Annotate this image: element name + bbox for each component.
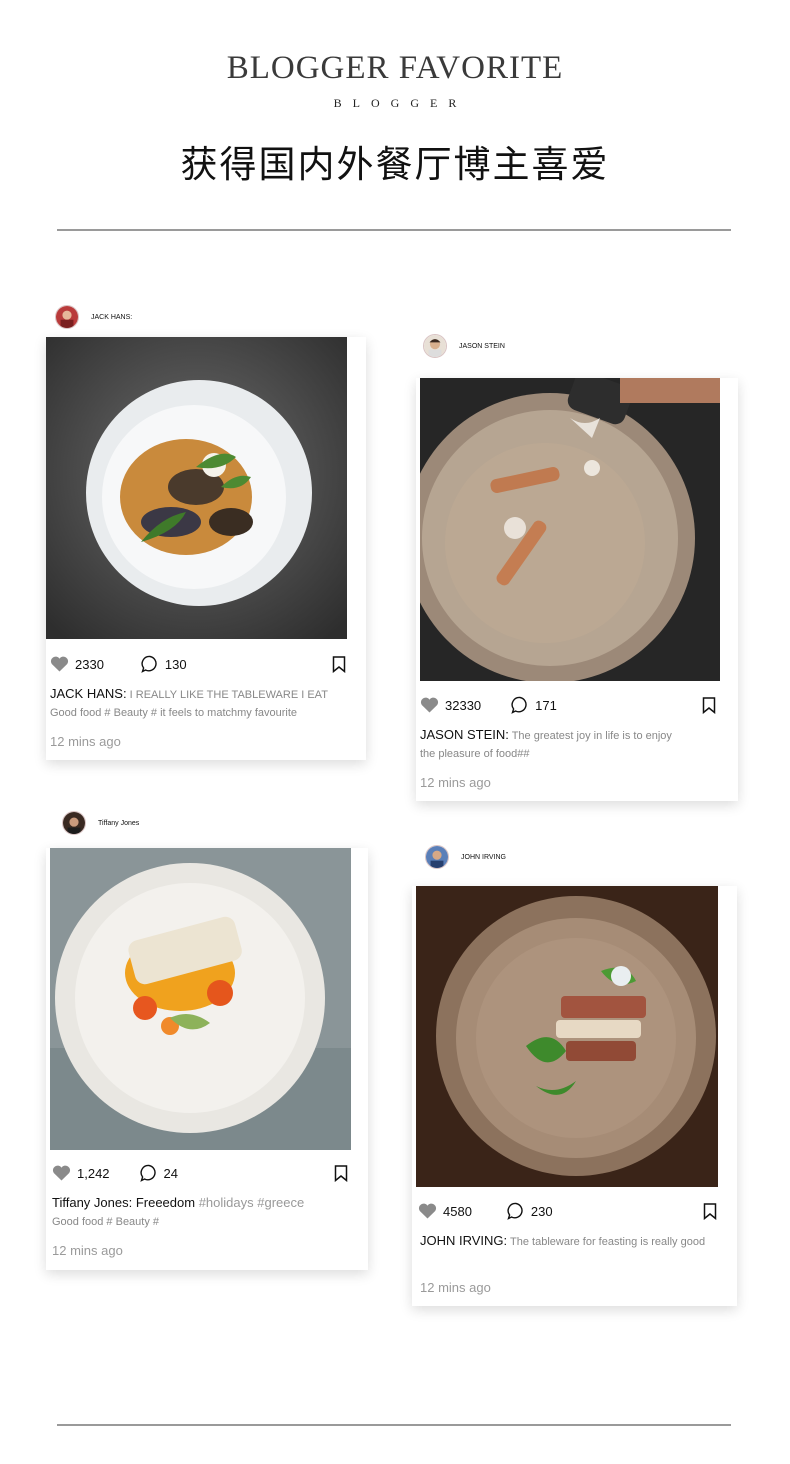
like-count: 4580 [443,1203,472,1219]
like-count: 2330 [75,656,104,672]
caption-line2: the pleasure of food## [420,748,530,760]
comment-icon [139,1164,156,1182]
food-photo[interactable] [50,848,351,1150]
author-name: JASON STEIN [459,342,505,350]
comment-button[interactable]: 24 [139,1164,179,1182]
heart-icon [52,1165,71,1181]
comment-count: 171 [535,697,557,713]
page-title: BLOGGER FAVORITE [226,50,564,86]
comment-icon [511,696,527,714]
like-button[interactable]: 4580 [418,1203,472,1219]
bookmark-button[interactable] [332,655,346,673]
avatar[interactable] [55,305,79,329]
bookmark-button[interactable] [702,696,716,714]
caption-author[interactable]: Tiffany Jones: [52,1195,132,1210]
post-caption: JASON STEIN: The greatest joy in life is… [420,726,720,763]
post-timestamp: 12 mins ago [420,775,491,790]
post-author[interactable]: Tiffany Jones [62,811,139,835]
bottom-divider [57,1424,731,1426]
heart-icon [50,656,69,672]
caption-line2: Good food # Beauty # it feels to matchmy… [50,707,298,719]
avatar[interactable] [425,845,449,869]
bookmark-icon [703,1202,717,1220]
like-button[interactable]: 32330 [420,697,481,713]
heart-icon [420,697,439,713]
post-timestamp: 12 mins ago [50,734,121,749]
chinese-title: 获得国内外餐厅博主喜爱 [180,143,610,186]
post-author[interactable]: JASON STEIN [423,334,505,358]
caption-text: I REALLY LIKE THE TABLEWARE I EAT [126,689,328,701]
caption-line2: Good food # Beauty # [52,1216,160,1228]
post-caption: Tiffany Jones: Freeedom #holidays #greec… [52,1194,352,1231]
bookmark-icon [334,1164,348,1182]
comment-icon [507,1202,523,1220]
food-photo[interactable] [46,337,347,639]
post-card: 1,242 24 Tiffany Jones: Freeedom #holida… [46,848,368,1270]
comment-count: 130 [164,656,187,672]
comment-icon [141,655,157,673]
like-button[interactable]: 2330 [50,656,104,672]
food-photo[interactable] [420,378,720,681]
like-button[interactable]: 1,242 [52,1165,110,1181]
bookmark-button[interactable] [703,1202,717,1220]
comment-button[interactable]: 171 [511,696,557,714]
caption-author[interactable]: JASON STEIN: [420,727,509,742]
top-divider [57,229,731,231]
post-card: 4580 230 JOHN IRVING: The tableware for … [412,886,737,1306]
author-name: Tiffany Jones [98,819,140,827]
post-caption: JACK HANS: I REALLY LIKE THE TABLEWARE I… [50,685,350,722]
food-photo[interactable] [416,886,718,1187]
caption-tags[interactable]: #holidays #greece [195,1195,305,1210]
caption-text: The greatest joy in life is to enjoy [508,730,672,742]
bookmark-icon [702,696,716,714]
comment-button[interactable]: 230 [507,1202,553,1220]
avatar[interactable] [423,334,447,358]
caption-author[interactable]: JACK HANS: [50,686,127,701]
comment-count: 230 [530,1203,553,1219]
caption-text: Freeedom [132,1195,196,1210]
like-count: 1,242 [77,1165,110,1181]
post-actions: 4580 230 [412,1202,737,1220]
post-card: 32330 171 JASON STEIN: The greatest joy … [416,378,738,801]
page-subtitle: BLOGGER [333,96,468,110]
post-card: 2330 130 JACK HANS: I REALLY LIKE THE TA… [46,337,366,760]
like-count: 32330 [445,697,482,713]
caption-author[interactable]: JOHN IRVING: [420,1233,507,1248]
post-timestamp: 12 mins ago [420,1280,491,1295]
heart-icon [418,1203,437,1219]
post-author[interactable]: JACK HANS: [55,305,132,329]
post-author[interactable]: JOHN IRVING [425,845,506,869]
bookmark-button[interactable] [334,1164,348,1182]
post-timestamp: 12 mins ago [52,1243,123,1258]
avatar[interactable] [62,811,86,835]
post-actions: 2330 130 [46,655,366,673]
caption-text: The tableware for feasting is really goo… [507,1236,706,1248]
comment-button[interactable]: 130 [141,655,187,673]
comment-count: 24 [163,1165,179,1181]
post-actions: 32330 171 [416,696,738,714]
post-caption: JOHN IRVING: The tableware for feasting … [420,1232,730,1251]
author-name: JOHN IRVING [461,853,506,861]
bookmark-icon [332,655,346,673]
post-actions: 1,242 24 [46,1164,368,1182]
author-name: JACK HANS: [91,313,133,321]
